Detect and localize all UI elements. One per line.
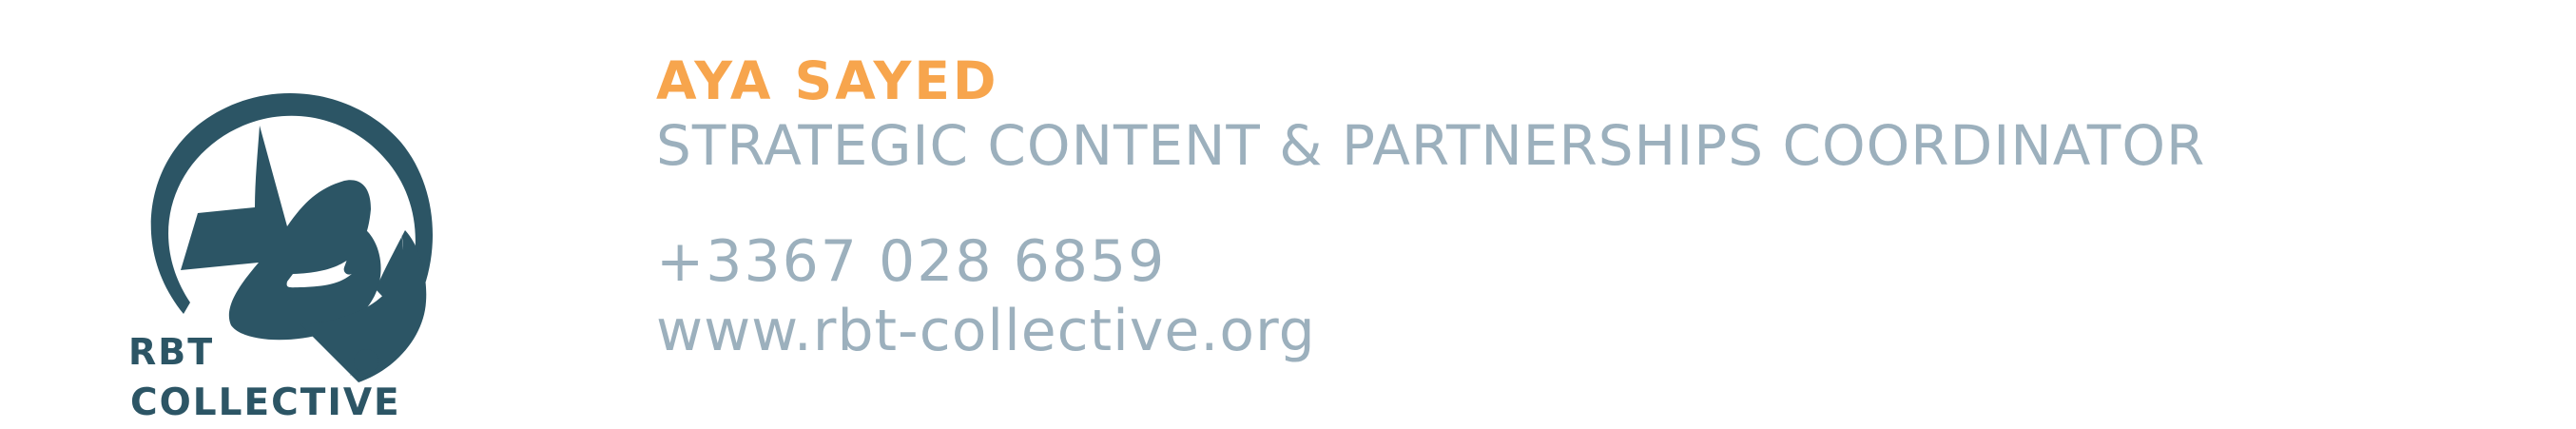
logo-text-collective: COLLECTIVE <box>130 381 401 424</box>
contact-name: AYA SAYED <box>656 50 999 111</box>
logo-text-rbt: RBT <box>128 331 215 373</box>
contact-title: STRATEGIC CONTENT & PARTNERSHIPS COORDIN… <box>656 113 2206 178</box>
contact-phone[interactable]: +3367 028 6859 <box>656 228 2205 295</box>
contact-website-link[interactable]: www.rbt-collective.org <box>656 298 2205 364</box>
contact-info: AYA SAYED STRATEGIC CONTENT & PARTNERSHI… <box>656 48 2205 364</box>
rbt-collective-logo: RBT COLLECTIVE <box>124 86 504 428</box>
